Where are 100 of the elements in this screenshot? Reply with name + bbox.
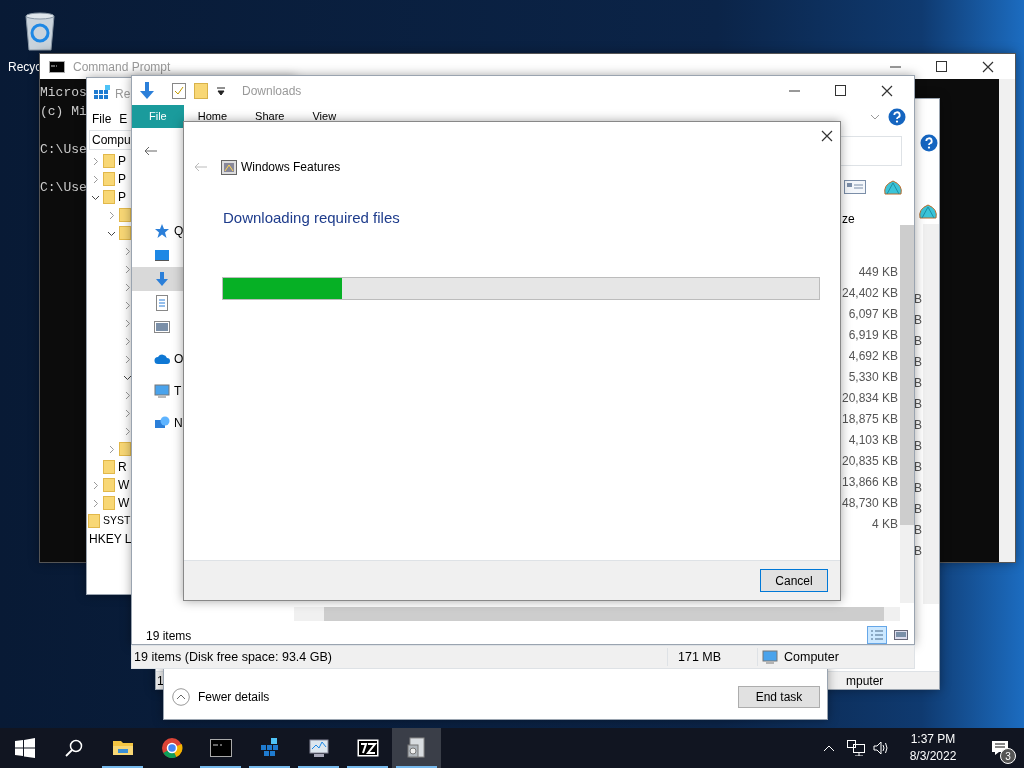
chevron-right-icon[interactable] bbox=[123, 300, 132, 310]
window-title: Command Prompt bbox=[73, 58, 171, 76]
nav-item[interactable]: O bbox=[132, 347, 184, 371]
nav-item[interactable]: T bbox=[132, 379, 184, 403]
help-icon[interactable] bbox=[888, 107, 906, 126]
horizontal-scrollbar[interactable] bbox=[294, 607, 900, 621]
notifications-button[interactable]: 3 bbox=[975, 728, 1024, 768]
download-arrow-icon bbox=[154, 271, 170, 287]
size-cell-text: 6,097 KB bbox=[847, 306, 898, 323]
chevron-right-icon[interactable] bbox=[107, 444, 116, 454]
computer-icon bbox=[762, 649, 780, 665]
chevron-right-icon[interactable] bbox=[123, 354, 132, 364]
taskbar-app[interactable] bbox=[392, 728, 441, 768]
download-arrow-icon[interactable] bbox=[138, 80, 156, 101]
chevron-right-icon[interactable] bbox=[123, 336, 132, 346]
notification-count: 3 bbox=[1000, 748, 1016, 764]
size-cell-text: B bbox=[913, 291, 922, 308]
list-icon bbox=[870, 629, 884, 641]
time-text: 1:37 PM bbox=[910, 731, 956, 748]
tree-label[interactable]: P bbox=[118, 152, 126, 170]
folder-icon bbox=[103, 172, 115, 186]
chevron-up-icon[interactable] bbox=[823, 744, 835, 752]
star-icon bbox=[154, 223, 170, 239]
chevron-up-icon bbox=[172, 688, 190, 706]
tree-label[interactable]: SYST bbox=[103, 513, 131, 529]
tree-label[interactable]: R bbox=[118, 458, 127, 476]
size-cell-text: 13,866 KB bbox=[840, 474, 898, 491]
tree-label[interactable]: P bbox=[118, 170, 126, 188]
status-location: Computer bbox=[784, 648, 839, 666]
installer-icon bbox=[405, 737, 428, 759]
browser-icon bbox=[160, 737, 183, 759]
menu-item[interactable]: E bbox=[119, 110, 128, 130]
scrollbar[interactable] bbox=[900, 225, 914, 603]
picture-icon bbox=[154, 319, 170, 335]
date-text: 8/3/2022 bbox=[909, 748, 957, 765]
status-text: HKEY L bbox=[88, 531, 133, 546]
properties-icon[interactable] bbox=[172, 82, 186, 99]
speaker-icon[interactable] bbox=[873, 740, 889, 756]
maximize-icon bbox=[835, 84, 847, 97]
console-icon bbox=[209, 737, 232, 759]
chevron-right-icon[interactable] bbox=[123, 408, 132, 418]
chevron-right-icon[interactable] bbox=[123, 390, 132, 400]
blocks-icon bbox=[258, 737, 281, 759]
chevron-right-icon[interactable] bbox=[91, 174, 100, 184]
dialog-title: Windows Features bbox=[241, 159, 341, 176]
cancel-button[interactable]: Cancel bbox=[760, 569, 828, 592]
console-icon bbox=[49, 60, 65, 73]
dialog-heading: Downloading required files bbox=[223, 208, 401, 228]
size-cell-text: 5,330 KB bbox=[847, 369, 898, 386]
help-icon[interactable] bbox=[920, 134, 938, 152]
chevron-right-icon[interactable] bbox=[123, 426, 132, 436]
folder-icon bbox=[119, 208, 131, 222]
status-text: 1 bbox=[157, 674, 164, 689]
status-text: 19 items (Disk free space: 93.4 GB) bbox=[133, 648, 333, 666]
window-title: Downloads bbox=[242, 82, 302, 100]
menu-item[interactable]: File bbox=[92, 110, 112, 130]
chevron-right-icon[interactable] bbox=[123, 246, 132, 256]
size-cell-text: B bbox=[913, 354, 922, 371]
dropdown-icon[interactable] bbox=[216, 85, 226, 96]
window-title: Re bbox=[115, 86, 131, 103]
tree-label[interactable]: W bbox=[118, 494, 130, 512]
scrollbar[interactable] bbox=[923, 224, 939, 604]
status-text: 19 items bbox=[146, 628, 192, 644]
nav-item[interactable] bbox=[132, 267, 184, 291]
size-cell-text: B bbox=[913, 522, 922, 539]
monitor-chart-icon bbox=[307, 737, 330, 759]
archive-icon bbox=[356, 737, 379, 759]
details-toggle[interactable]: Fewer details bbox=[164, 687, 276, 707]
network-icon[interactable] bbox=[847, 740, 865, 756]
column-header[interactable]: ze bbox=[842, 210, 855, 228]
size-cell-text: 20,834 KB bbox=[840, 390, 898, 407]
chevron-right-icon[interactable] bbox=[123, 318, 132, 328]
clock[interactable]: 1:37 PM 8/3/2022 bbox=[899, 730, 967, 766]
chevron-right-icon[interactable] bbox=[91, 480, 100, 490]
size-cell-text: 48,730 KB bbox=[840, 495, 898, 512]
tree-label[interactable]: W bbox=[118, 476, 130, 494]
chevron-right-icon[interactable] bbox=[123, 282, 132, 292]
folder-icon bbox=[119, 442, 131, 456]
status-text: mputer bbox=[846, 674, 884, 689]
size-cell-text: 20,835 KB bbox=[840, 453, 898, 470]
size-cell-text: 4 KB bbox=[871, 516, 898, 533]
size-cell-text: B bbox=[913, 312, 922, 329]
folder-icon[interactable] bbox=[194, 82, 208, 99]
scrollbar[interactable] bbox=[999, 79, 1015, 562]
size-cell-text: 449 KB bbox=[857, 264, 898, 281]
size-cell-text: B bbox=[913, 396, 922, 413]
nav-item[interactable]: Q bbox=[132, 219, 184, 243]
folder-icon bbox=[103, 496, 115, 510]
size-cell-text: B bbox=[913, 543, 922, 560]
chevron-right-icon[interactable] bbox=[107, 210, 116, 220]
size-cell-text: 24,402 KB bbox=[840, 285, 898, 302]
chevron-right-icon[interactable] bbox=[91, 498, 100, 508]
tree-label[interactable]: P bbox=[118, 188, 126, 206]
chevron-right-icon[interactable] bbox=[91, 156, 100, 166]
folder-icon bbox=[103, 460, 115, 474]
console-line: C:\Use bbox=[40, 141, 87, 159]
network-icon bbox=[154, 415, 170, 431]
chevron-right-icon[interactable] bbox=[123, 264, 132, 274]
back-arrow-icon[interactable] bbox=[143, 146, 157, 156]
end-task-button[interactable]: End task bbox=[738, 686, 820, 708]
